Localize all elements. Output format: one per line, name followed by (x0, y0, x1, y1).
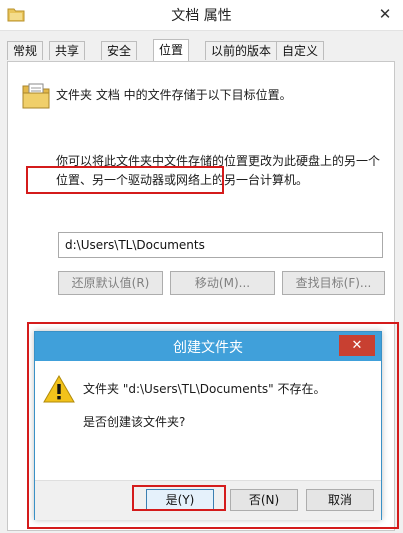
tab-customize[interactable]: 自定义 (276, 41, 325, 60)
tab-previous-versions[interactable]: 以前的版本 (205, 41, 278, 60)
dialog-question: 是否创建该文件夹? (83, 415, 186, 429)
dialog-close-icon[interactable]: ✕ (339, 335, 375, 356)
create-folder-dialog: 创建文件夹 ✕ 文件夹 "d:\Users\TL\Documents" 不存在。… (34, 331, 382, 520)
path-input[interactable] (58, 232, 383, 258)
yes-button[interactable]: 是(Y) (146, 489, 214, 511)
dialog-message: 文件夹 "d:\Users\TL\Documents" 不存在。 (83, 382, 326, 396)
cancel-button[interactable]: 取消 (306, 489, 374, 511)
dialog-titlebar: 创建文件夹 ✕ (35, 332, 381, 361)
window-titlebar: 文档 属性 ✕ (0, 0, 403, 31)
description-line-2: 位置、另一个驱动器或网络上的另一台计算机。 (56, 173, 309, 187)
dialog-title: 创建文件夹 (173, 340, 243, 356)
find-target-button[interactable]: 查找目标(F)... (282, 271, 385, 295)
warning-icon (43, 374, 75, 403)
window-title: 文档 属性 (171, 8, 232, 24)
description-line-1: 你可以将此文件夹中文件存储的位置更改为此硬盘上的另一个 (56, 154, 381, 168)
tab-security[interactable]: 安全 (101, 41, 138, 60)
tab-general[interactable]: 常规 (7, 41, 44, 60)
dialog-footer: 是(Y) 否(N) 取消 (35, 480, 381, 520)
window-close-icon[interactable]: ✕ (374, 3, 396, 25)
tab-sharing[interactable]: 共享 (49, 41, 86, 60)
tab-location[interactable]: 位置 (153, 39, 190, 61)
location-description: 你可以将此文件夹中文件存储的位置更改为此硬盘上的另一个 位置、另一个驱动器或网络… (56, 152, 388, 190)
move-button[interactable]: 移动(M)... (170, 271, 275, 295)
folder-document-icon (22, 83, 50, 109)
location-info-text: 文件夹 文档 中的文件存储于以下目标位置。 (56, 88, 292, 102)
restore-default-button[interactable]: 还原默认值(R) (58, 271, 163, 295)
no-button[interactable]: 否(N) (230, 489, 298, 511)
